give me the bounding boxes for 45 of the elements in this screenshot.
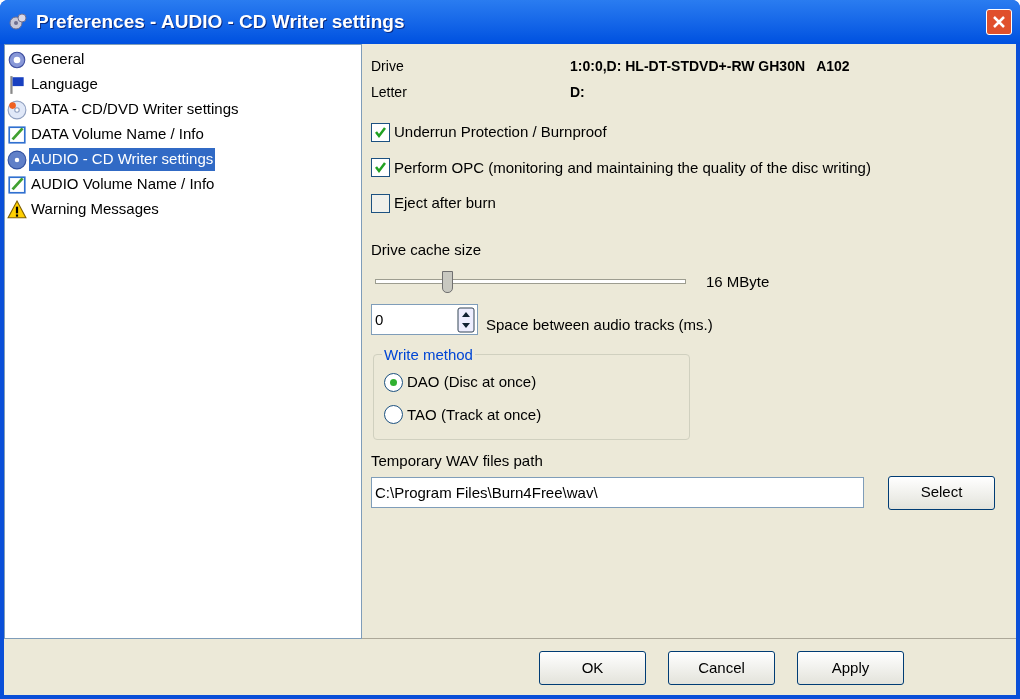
slider-value: 16 MByte [706, 272, 770, 292]
notepad-pencil-icon [7, 174, 27, 195]
check-icon [374, 125, 387, 139]
field-label: Letter [371, 83, 408, 102]
checkbox[interactable] [371, 193, 390, 213]
dialog-button[interactable]: Cancel [668, 651, 775, 685]
checkbox[interactable] [371, 122, 390, 142]
tree-item[interactable]: DATA - CD/DVD Writer settings [29, 98, 241, 121]
slider[interactable] [375, 271, 686, 294]
radio-button[interactable] [384, 372, 403, 392]
field-value: 1:0:0,D: HL-DT-STDVD+-RW GH30N A102 [570, 57, 850, 76]
field-label: Drive [371, 57, 405, 76]
checkbox-label: Underrun Protection / Burnproof [394, 122, 607, 142]
warning-icon [7, 199, 27, 220]
radio-label: TAO (Track at once) [407, 404, 542, 425]
checkbox-label: Perform OPC (monitoring and maintaining the quality of the disc writing) [394, 157, 871, 178]
slider-label: Drive cache size [371, 239, 483, 260]
window-title: Preferences - AUDIO - CD Writer settings [36, 9, 406, 34]
spin-label: Space between audio tracks (ms.) [486, 314, 713, 335]
gears-icon [8, 12, 28, 32]
disc-icon [7, 149, 27, 170]
tree-item[interactable]: Warning Messages [29, 198, 161, 221]
tree-item[interactable]: AUDIO - CD Writer settings [29, 148, 216, 171]
spin-field[interactable]: 0 [371, 304, 478, 336]
tree-item[interactable]: General [29, 48, 87, 71]
field-value: D: [570, 83, 585, 102]
check-icon [374, 161, 387, 175]
notepad-pencil-icon [7, 124, 27, 145]
flag-icon [7, 74, 27, 95]
radio-label: DAO (Disc at once) [407, 372, 537, 392]
path-field[interactable]: C:\Program Files\Burn4Free\wav\ [371, 477, 864, 508]
close-icon [992, 15, 1006, 29]
tree-item[interactable]: Language [29, 73, 100, 96]
tree-item[interactable]: DATA Volume Name / Info [29, 123, 206, 146]
dialog-button[interactable]: Apply [797, 651, 904, 685]
disc-icon [7, 99, 27, 120]
spin-arrows-icon[interactable] [457, 306, 475, 333]
dialog-button[interactable]: OK [539, 651, 646, 685]
close-button[interactable] [986, 9, 1012, 35]
radio-button[interactable] [384, 405, 403, 425]
checkbox[interactable] [371, 158, 390, 178]
field-label: Temporary WAV files path [371, 451, 544, 471]
checkbox-label: Eject after burn [394, 193, 496, 213]
select-button[interactable]: Select [888, 475, 995, 510]
tree-item[interactable]: AUDIO Volume Name / Info [29, 173, 217, 196]
